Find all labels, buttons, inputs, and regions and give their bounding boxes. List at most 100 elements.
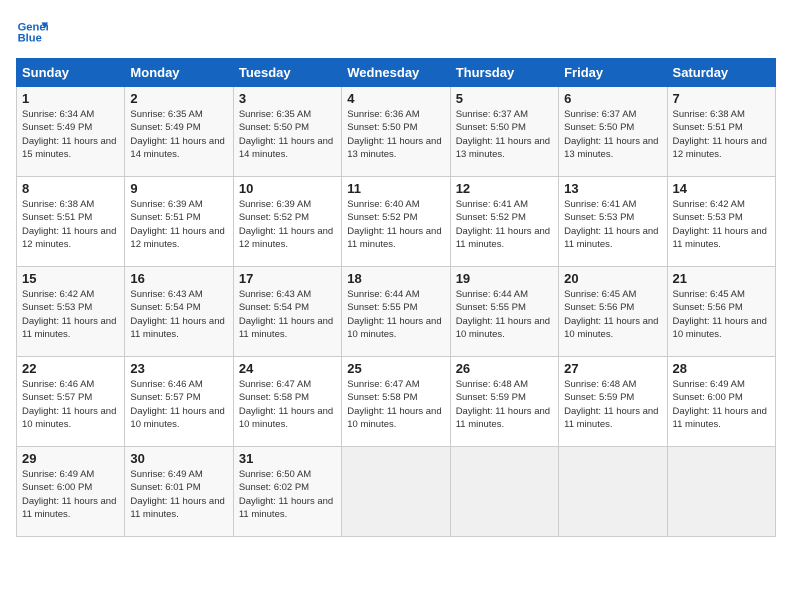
weekday-header-thursday: Thursday [450,59,558,87]
day-number: 11 [347,181,444,196]
day-info: Sunrise: 6:41 AM Sunset: 5:52 PM Dayligh… [456,198,553,251]
day-number: 30 [130,451,227,466]
calendar-week-5: 29 Sunrise: 6:49 AM Sunset: 6:00 PM Dayl… [17,447,776,537]
calendar-cell: 11 Sunrise: 6:40 AM Sunset: 5:52 PM Dayl… [342,177,450,267]
calendar-week-3: 15 Sunrise: 6:42 AM Sunset: 5:53 PM Dayl… [17,267,776,357]
day-number: 23 [130,361,227,376]
day-number: 27 [564,361,661,376]
day-number: 17 [239,271,336,286]
weekday-header-tuesday: Tuesday [233,59,341,87]
page-header: General Blue [16,16,776,48]
day-number: 16 [130,271,227,286]
day-info: Sunrise: 6:39 AM Sunset: 5:51 PM Dayligh… [130,198,227,251]
weekday-header-friday: Friday [559,59,667,87]
calendar-cell: 17 Sunrise: 6:43 AM Sunset: 5:54 PM Dayl… [233,267,341,357]
day-number: 15 [22,271,119,286]
calendar-cell: 22 Sunrise: 6:46 AM Sunset: 5:57 PM Dayl… [17,357,125,447]
day-info: Sunrise: 6:43 AM Sunset: 5:54 PM Dayligh… [239,288,336,341]
day-info: Sunrise: 6:49 AM Sunset: 6:01 PM Dayligh… [130,468,227,521]
calendar-cell: 5 Sunrise: 6:37 AM Sunset: 5:50 PM Dayli… [450,87,558,177]
calendar-cell: 25 Sunrise: 6:47 AM Sunset: 5:58 PM Dayl… [342,357,450,447]
calendar-cell: 16 Sunrise: 6:43 AM Sunset: 5:54 PM Dayl… [125,267,233,357]
day-info: Sunrise: 6:47 AM Sunset: 5:58 PM Dayligh… [347,378,444,431]
day-info: Sunrise: 6:37 AM Sunset: 5:50 PM Dayligh… [564,108,661,161]
calendar-cell: 8 Sunrise: 6:38 AM Sunset: 5:51 PM Dayli… [17,177,125,267]
day-number: 21 [673,271,770,286]
day-info: Sunrise: 6:40 AM Sunset: 5:52 PM Dayligh… [347,198,444,251]
day-number: 31 [239,451,336,466]
day-number: 22 [22,361,119,376]
calendar-week-1: 1 Sunrise: 6:34 AM Sunset: 5:49 PM Dayli… [17,87,776,177]
calendar-week-2: 8 Sunrise: 6:38 AM Sunset: 5:51 PM Dayli… [17,177,776,267]
day-info: Sunrise: 6:49 AM Sunset: 6:00 PM Dayligh… [22,468,119,521]
calendar-cell: 21 Sunrise: 6:45 AM Sunset: 5:56 PM Dayl… [667,267,775,357]
day-number: 12 [456,181,553,196]
day-number: 8 [22,181,119,196]
day-number: 4 [347,91,444,106]
calendar-cell: 29 Sunrise: 6:49 AM Sunset: 6:00 PM Dayl… [17,447,125,537]
day-number: 1 [22,91,119,106]
day-info: Sunrise: 6:34 AM Sunset: 5:49 PM Dayligh… [22,108,119,161]
day-number: 20 [564,271,661,286]
calendar-cell: 6 Sunrise: 6:37 AM Sunset: 5:50 PM Dayli… [559,87,667,177]
calendar-cell: 7 Sunrise: 6:38 AM Sunset: 5:51 PM Dayli… [667,87,775,177]
day-info: Sunrise: 6:46 AM Sunset: 5:57 PM Dayligh… [22,378,119,431]
day-number: 26 [456,361,553,376]
svg-text:Blue: Blue [18,33,42,45]
calendar-cell: 28 Sunrise: 6:49 AM Sunset: 6:00 PM Dayl… [667,357,775,447]
calendar-cell: 4 Sunrise: 6:36 AM Sunset: 5:50 PM Dayli… [342,87,450,177]
day-info: Sunrise: 6:48 AM Sunset: 5:59 PM Dayligh… [456,378,553,431]
calendar-cell: 27 Sunrise: 6:48 AM Sunset: 5:59 PM Dayl… [559,357,667,447]
day-info: Sunrise: 6:42 AM Sunset: 5:53 PM Dayligh… [22,288,119,341]
day-info: Sunrise: 6:38 AM Sunset: 5:51 PM Dayligh… [673,108,770,161]
weekday-header-wednesday: Wednesday [342,59,450,87]
calendar-cell: 9 Sunrise: 6:39 AM Sunset: 5:51 PM Dayli… [125,177,233,267]
day-number: 13 [564,181,661,196]
calendar-cell [667,447,775,537]
day-number: 10 [239,181,336,196]
day-info: Sunrise: 6:45 AM Sunset: 5:56 PM Dayligh… [564,288,661,341]
logo-icon: General Blue [16,16,48,48]
calendar-cell: 30 Sunrise: 6:49 AM Sunset: 6:01 PM Dayl… [125,447,233,537]
day-number: 6 [564,91,661,106]
calendar-table: SundayMondayTuesdayWednesdayThursdayFrid… [16,58,776,537]
calendar-cell: 13 Sunrise: 6:41 AM Sunset: 5:53 PM Dayl… [559,177,667,267]
day-info: Sunrise: 6:49 AM Sunset: 6:00 PM Dayligh… [673,378,770,431]
weekday-header-monday: Monday [125,59,233,87]
day-info: Sunrise: 6:44 AM Sunset: 5:55 PM Dayligh… [456,288,553,341]
day-number: 19 [456,271,553,286]
day-number: 25 [347,361,444,376]
day-number: 3 [239,91,336,106]
calendar-cell: 20 Sunrise: 6:45 AM Sunset: 5:56 PM Dayl… [559,267,667,357]
calendar-cell: 1 Sunrise: 6:34 AM Sunset: 5:49 PM Dayli… [17,87,125,177]
day-number: 29 [22,451,119,466]
calendar-cell: 10 Sunrise: 6:39 AM Sunset: 5:52 PM Dayl… [233,177,341,267]
day-info: Sunrise: 6:50 AM Sunset: 6:02 PM Dayligh… [239,468,336,521]
day-info: Sunrise: 6:43 AM Sunset: 5:54 PM Dayligh… [130,288,227,341]
logo: General Blue [16,16,48,48]
calendar-cell: 15 Sunrise: 6:42 AM Sunset: 5:53 PM Dayl… [17,267,125,357]
calendar-cell: 31 Sunrise: 6:50 AM Sunset: 6:02 PM Dayl… [233,447,341,537]
day-info: Sunrise: 6:35 AM Sunset: 5:49 PM Dayligh… [130,108,227,161]
weekday-header-sunday: Sunday [17,59,125,87]
calendar-cell: 3 Sunrise: 6:35 AM Sunset: 5:50 PM Dayli… [233,87,341,177]
day-info: Sunrise: 6:41 AM Sunset: 5:53 PM Dayligh… [564,198,661,251]
day-number: 28 [673,361,770,376]
day-info: Sunrise: 6:44 AM Sunset: 5:55 PM Dayligh… [347,288,444,341]
calendar-cell: 2 Sunrise: 6:35 AM Sunset: 5:49 PM Dayli… [125,87,233,177]
day-number: 14 [673,181,770,196]
day-info: Sunrise: 6:37 AM Sunset: 5:50 PM Dayligh… [456,108,553,161]
day-number: 9 [130,181,227,196]
day-info: Sunrise: 6:39 AM Sunset: 5:52 PM Dayligh… [239,198,336,251]
calendar-cell: 19 Sunrise: 6:44 AM Sunset: 5:55 PM Dayl… [450,267,558,357]
day-number: 2 [130,91,227,106]
day-info: Sunrise: 6:35 AM Sunset: 5:50 PM Dayligh… [239,108,336,161]
calendar-cell: 26 Sunrise: 6:48 AM Sunset: 5:59 PM Dayl… [450,357,558,447]
calendar-week-4: 22 Sunrise: 6:46 AM Sunset: 5:57 PM Dayl… [17,357,776,447]
day-info: Sunrise: 6:47 AM Sunset: 5:58 PM Dayligh… [239,378,336,431]
day-info: Sunrise: 6:48 AM Sunset: 5:59 PM Dayligh… [564,378,661,431]
day-info: Sunrise: 6:46 AM Sunset: 5:57 PM Dayligh… [130,378,227,431]
calendar-cell: 12 Sunrise: 6:41 AM Sunset: 5:52 PM Dayl… [450,177,558,267]
day-number: 7 [673,91,770,106]
calendar-cell: 24 Sunrise: 6:47 AM Sunset: 5:58 PM Dayl… [233,357,341,447]
